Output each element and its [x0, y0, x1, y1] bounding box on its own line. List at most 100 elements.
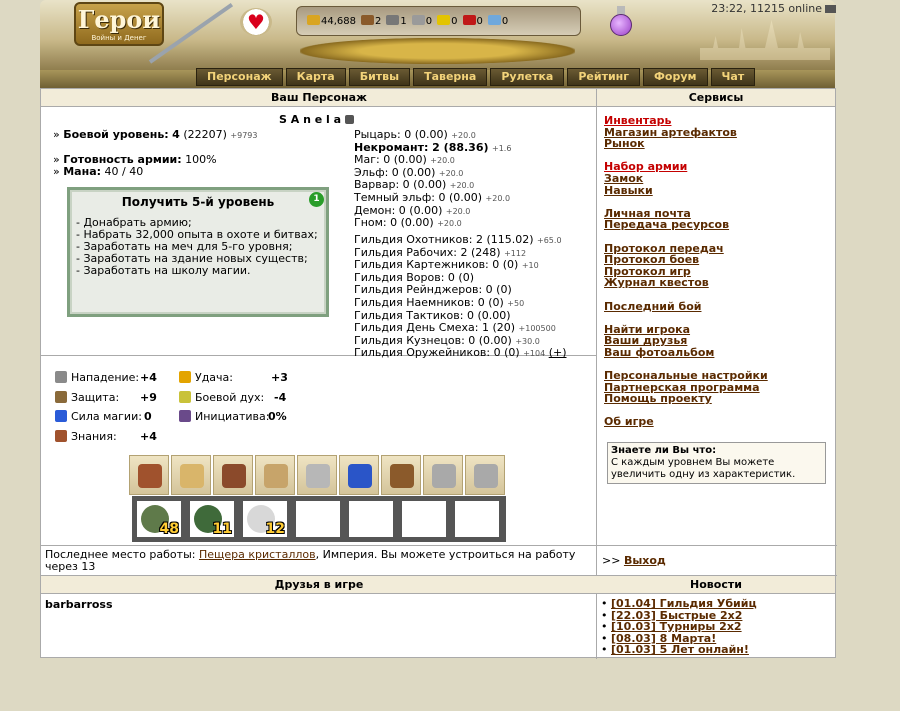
equipment-slot[interactable] — [381, 455, 421, 495]
resource-value: 2 — [375, 16, 382, 27]
menu-item[interactable]: Персонаж — [196, 68, 283, 86]
quest-panel[interactable]: 1 Получить 5-й уровень - Донабрать армию… — [67, 187, 329, 317]
service-link[interactable]: Ваш фотоальбом — [604, 347, 829, 359]
friend-name[interactable]: barbarross — [45, 598, 113, 611]
guild-lock-icon — [344, 115, 354, 124]
faction-progress: +1.6 — [492, 143, 512, 153]
logo-subtitle: Войны и Денег — [91, 34, 147, 42]
logout-link[interactable]: Выход — [624, 554, 666, 567]
work-place-link[interactable]: Пещера кристаллов — [199, 548, 316, 561]
resource-value: 0 — [451, 16, 458, 27]
equipment-slot[interactable] — [297, 455, 337, 495]
service-link-label[interactable]: Помощь проекту — [604, 392, 712, 405]
guild-text: Гильдия Тактиков: 0 (0.00) — [354, 308, 511, 322]
gold-icon — [307, 15, 320, 25]
main-menu: Персонаж Карта Битвы Таверна Рулетка Рейтинг Ф… — [196, 68, 756, 86]
faction-text: Варвар: 0 (0.00) — [354, 178, 447, 192]
player-name[interactable]: S A n e l a — [279, 113, 341, 126]
logout-row: >> Выход — [602, 554, 666, 567]
guild-text: Гильдия Рабочих: 2 (248) — [354, 245, 501, 259]
stat-label: Защита: — [71, 391, 120, 404]
menu-item[interactable]: Битвы — [348, 68, 411, 86]
faction-text: Гном: 0 (0.00) — [354, 216, 434, 230]
level-info: » Боевой уровень: 4 (22207) +9793 » Гото… — [53, 129, 257, 178]
faction-text: Рыцарь: 0 (0.00) — [354, 128, 448, 141]
equipment-slot[interactable] — [255, 455, 295, 495]
stat-row: Нападение: — [55, 371, 139, 384]
army-slot[interactable] — [294, 499, 342, 539]
service-link[interactable]: Навыки — [604, 184, 829, 197]
service-link[interactable]: Журнал квестов — [604, 277, 829, 289]
faction-text: Маг: 0 (0.00) — [354, 153, 427, 167]
player-name-row: S A n e l a — [279, 113, 354, 126]
stat-value: 0% — [268, 410, 287, 423]
faction-progress: +20.0 — [430, 156, 455, 166]
menu-item[interactable]: Рейтинг — [567, 68, 641, 86]
service-link-label[interactable]: Журнал квестов — [604, 276, 709, 289]
bullet: • — [601, 643, 611, 656]
resource-value: 44,688 — [321, 16, 356, 27]
army-slot[interactable] — [400, 499, 448, 539]
game-logo[interactable]: Герои Войны и Денег — [74, 2, 164, 46]
boots-icon — [390, 464, 414, 488]
unit-count: 11 — [212, 521, 232, 537]
menu-item[interactable]: Чат — [710, 68, 756, 86]
service-link-label[interactable]: Рынок — [604, 137, 645, 150]
service-link[interactable]: Последний бой — [604, 300, 829, 313]
helmet-icon — [138, 464, 162, 488]
stat-row: Боевой дух: — [179, 391, 264, 404]
army-slot[interactable] — [453, 499, 501, 539]
shield-icon — [55, 391, 67, 403]
guild-text: Гильдия Воров: 0 (0) — [354, 270, 474, 284]
army-slot[interactable]: 48 — [135, 499, 183, 539]
menu-item[interactable]: Карта — [285, 68, 346, 86]
gems-icon — [487, 15, 501, 25]
service-link[interactable]: Об игре — [604, 416, 829, 428]
ore-icon — [386, 15, 400, 25]
faction-progress: +20.0 — [438, 168, 464, 178]
ring-icon — [432, 464, 456, 488]
service-link[interactable]: Передача ресурсов — [604, 219, 829, 231]
menu-item[interactable]: Рулетка — [490, 68, 565, 86]
service-link-label[interactable]: Последний бой — [604, 300, 701, 313]
resource-value: 0 — [476, 16, 483, 27]
character-section-header: Ваш Персонаж — [41, 89, 597, 107]
stat-row: Знания: — [55, 430, 117, 443]
army-slot[interactable] — [347, 499, 395, 539]
service-link[interactable]: Помощь проекту — [604, 393, 829, 405]
bow-icon — [264, 464, 288, 488]
mana-row: » Мана: 40 / 40 — [53, 165, 144, 178]
army-slot[interactable]: 12 — [241, 499, 289, 539]
guild-progress: +104 — [523, 349, 546, 359]
faction-progress: +20.0 — [449, 181, 475, 191]
equipment-slot[interactable] — [171, 455, 211, 495]
service-link-label[interactable]: Навыки — [604, 184, 653, 197]
camera-icon[interactable] — [825, 5, 836, 13]
news-link[interactable]: [01.03] 5 Лет онлайн! — [611, 643, 749, 656]
service-link-label[interactable]: Об игре — [604, 415, 654, 428]
services-menu: Инвентарь Магазин артефактов Рынок Набор ар… — [604, 115, 829, 440]
service-link-label[interactable]: Передача ресурсов — [604, 218, 729, 231]
equipment-slot[interactable] — [213, 455, 253, 495]
friends-section-header: Друзья в игре — [41, 576, 597, 594]
service-link[interactable]: Рынок — [604, 138, 829, 150]
guild-text: Гильдия Кузнецов: 0 (0.00) — [354, 333, 512, 347]
resources-panel: 44,688 2 1 0 0 0 0 — [296, 6, 581, 36]
menu-item[interactable]: Форум — [643, 68, 708, 86]
army-slot[interactable]: 11 — [188, 499, 236, 539]
equipment-slot[interactable] — [129, 455, 169, 495]
mana-potion-icon — [608, 6, 634, 38]
service-link-label[interactable]: Ваш фотоальбом — [604, 346, 714, 359]
equipment-slot[interactable] — [465, 455, 505, 495]
resources-row: 44,688 2 1 0 0 0 0 — [307, 15, 513, 27]
guild-more-link[interactable]: (+) — [549, 346, 567, 359]
stat-value: -4 — [274, 391, 287, 404]
faction-text: Темный эльф: 0 (0.00) — [354, 190, 483, 204]
main-frame: Ваш Персонаж Сервисы S A n e l a » Боево… — [40, 88, 837, 659]
amulet-icon — [180, 464, 204, 488]
equipment-slot[interactable] — [339, 455, 379, 495]
equipment-slot[interactable] — [423, 455, 463, 495]
stat-label: Сила магии: — [71, 410, 142, 423]
stat-label: Удача: — [195, 371, 233, 384]
menu-item[interactable]: Таверна — [413, 68, 488, 86]
